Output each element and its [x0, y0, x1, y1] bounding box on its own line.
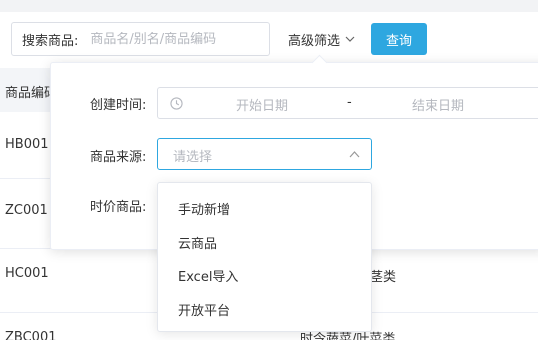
- seasonal-goods-label: 时价商品:: [90, 200, 147, 215]
- table-cell-code: HB001: [5, 137, 49, 152]
- dropdown-option-excel[interactable]: Excel导入: [178, 266, 238, 285]
- advanced-filter-toggle[interactable]: 高级筛选: [288, 22, 355, 56]
- source-dropdown: 手动新增 云商品 Excel导入 开放平台: [157, 182, 372, 332]
- created-time-label: 创建时间:: [90, 98, 147, 113]
- chevron-down-icon: [345, 36, 355, 42]
- search-label: 搜索商品:: [22, 33, 79, 49]
- date-range-picker[interactable]: 开始日期 - 结束日期: [157, 87, 538, 119]
- date-separator: -: [347, 95, 352, 110]
- date-start-input[interactable]: 开始日期: [236, 95, 288, 114]
- top-band: [0, 0, 538, 12]
- source-select-placeholder: 请选择: [173, 150, 213, 165]
- table-cell-code: ZBC001: [5, 330, 57, 340]
- dropdown-option-open-platform[interactable]: 开放平台: [178, 300, 230, 319]
- search-input[interactable]: [90, 31, 241, 47]
- search-box[interactable]: 搜索商品:: [11, 22, 270, 56]
- query-button[interactable]: 查询: [371, 23, 427, 55]
- advanced-filter-label: 高级筛选: [288, 33, 341, 49]
- clock-icon: [170, 97, 183, 110]
- source-label: 商品来源:: [90, 150, 147, 165]
- date-end-input[interactable]: 结束日期: [412, 95, 464, 114]
- table-cell-code: ZC001: [5, 203, 48, 218]
- dropdown-option-manual[interactable]: 手动新增: [178, 199, 230, 218]
- table-cell-code: HC001: [5, 266, 49, 281]
- table-cell-category: 茎类: [370, 270, 397, 285]
- chevron-up-icon: [349, 151, 360, 158]
- dropdown-option-cloud[interactable]: 云商品: [178, 233, 217, 252]
- source-select[interactable]: 请选择: [157, 138, 372, 170]
